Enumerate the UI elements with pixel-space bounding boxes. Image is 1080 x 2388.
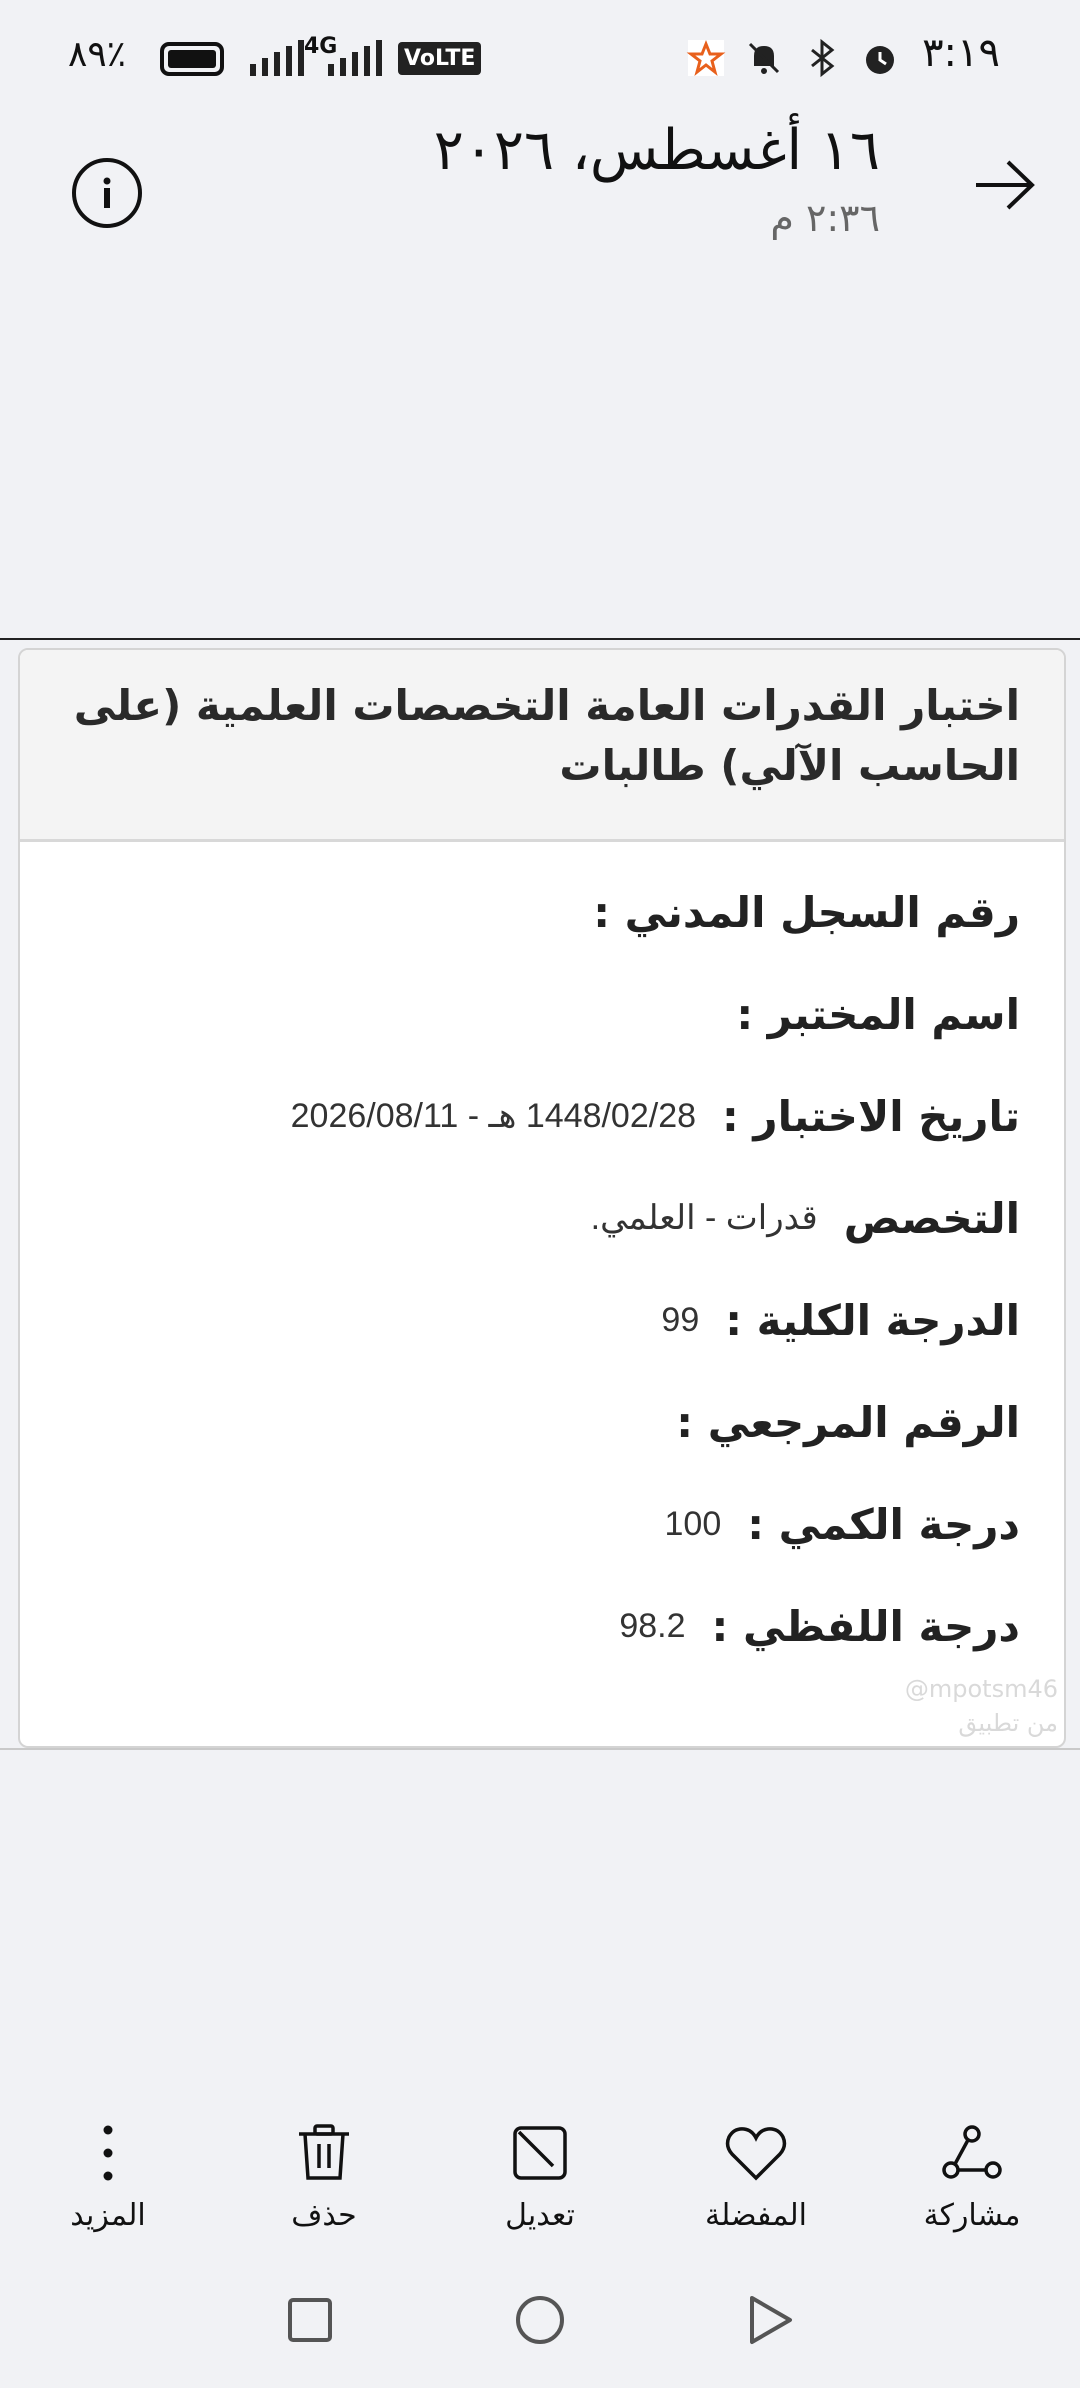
favorite-label: المفضلة — [704, 2198, 808, 2233]
row-total-score: الدرجة الكلية : 99 — [50, 1290, 1020, 1350]
watermark: @mpotsm46 من تطبيق — [905, 1672, 1058, 1740]
photo-time: ٢:٣٦ م — [770, 196, 880, 240]
network-type: 4G — [304, 34, 338, 59]
row-value: 98.2 — [619, 1606, 686, 1645]
battery-percent: ٪٨٩ — [68, 34, 127, 75]
watermark-handle: @mpotsm46 — [904, 1675, 1058, 1703]
more-button[interactable]: المزيد — [8, 2120, 208, 2233]
row-value: 99 — [661, 1300, 700, 1339]
edit-label: تعديل — [505, 2198, 575, 2233]
row-label: درجة اللفظي : — [711, 1601, 1020, 1651]
edit-button[interactable]: تعديل — [440, 2120, 640, 2233]
edit-icon — [513, 2126, 567, 2180]
row-label: اسم المختبر : — [736, 989, 1020, 1039]
document-image[interactable]: اختبار القدرات العامة التخصصات العلمية (… — [18, 648, 1066, 1748]
status-time: ٣:١٩ — [922, 30, 1000, 76]
volte-badge: VoLTE — [398, 42, 482, 75]
trash-icon — [299, 2124, 349, 2180]
system-nav-bar — [0, 2290, 1080, 2370]
row-label: التخصص — [843, 1193, 1020, 1243]
back-arrow-icon[interactable] — [970, 150, 1040, 220]
heart-icon — [725, 2127, 787, 2181]
row-specialization: التخصص قدرات - العلمي. — [50, 1188, 1020, 1248]
delete-button[interactable]: حذف — [224, 2120, 424, 2233]
share-icon — [942, 2125, 1002, 2179]
row-label: الرقم المرجعي : — [676, 1397, 1020, 1447]
home-icon[interactable] — [510, 2290, 570, 2350]
favorite-button[interactable]: المفضلة — [656, 2120, 856, 2233]
row-quantitative-score: درجة الكمي : 100 — [50, 1494, 1021, 1554]
alarm-icon — [866, 46, 894, 74]
row-value: 1448/02/28 هـ - 2026/08/11 — [290, 1097, 697, 1135]
status-icons — [686, 38, 900, 78]
share-button[interactable]: مشاركة — [872, 2120, 1072, 2233]
share-label: مشاركة — [923, 2198, 1021, 2233]
action-bar: مشاركة المفضلة تعديل حذف المزيد — [0, 2120, 1080, 2260]
document-title: اختبار القدرات العامة التخصصات العلمية (… — [20, 650, 1064, 842]
more-vertical-icon — [103, 2125, 113, 2181]
row-label: درجة الكمي : — [747, 1499, 1020, 1549]
row-value: قدرات - العلمي. — [590, 1199, 818, 1237]
back-triangle-icon[interactable] — [740, 2290, 800, 2350]
mute-bell-icon — [748, 42, 780, 74]
row-value: 100 — [664, 1504, 722, 1543]
app-star-icon — [686, 39, 726, 76]
more-label: المزيد — [70, 2198, 146, 2233]
row-label: الدرجة الكلية : — [725, 1295, 1020, 1345]
row-examinee-name: اسم المختبر : — [50, 984, 1020, 1044]
image-top-border — [0, 638, 1080, 640]
photo-date-title: ١٦ أغسطس، ٢٠٢٦ — [433, 118, 880, 183]
watermark-source: من تطبيق — [958, 1709, 1058, 1737]
bluetooth-icon — [811, 38, 835, 78]
image-bottom-border — [0, 1748, 1080, 1750]
battery-icon — [160, 42, 224, 76]
status-bar: ٣:١٩ VoLTE 4G ٪٨٩ — [0, 0, 1080, 120]
recent-apps-icon[interactable] — [280, 2290, 340, 2350]
row-verbal-score: درجة اللفظي : 98.2 — [50, 1596, 1020, 1656]
row-test-date: تاريخ الاختبار : 1448/02/28 هـ - 2026/08… — [50, 1086, 1020, 1146]
info-icon[interactable] — [72, 158, 142, 228]
info-glyph-icon — [103, 177, 111, 208]
row-label: تاريخ الاختبار : — [722, 1091, 1020, 1141]
row-civil-id: رقم السجل المدني : — [50, 882, 1020, 942]
row-label: رقم السجل المدني : — [593, 887, 1020, 937]
delete-label: حذف — [291, 2198, 357, 2233]
row-reference-number: الرقم المرجعي : — [50, 1392, 1020, 1452]
